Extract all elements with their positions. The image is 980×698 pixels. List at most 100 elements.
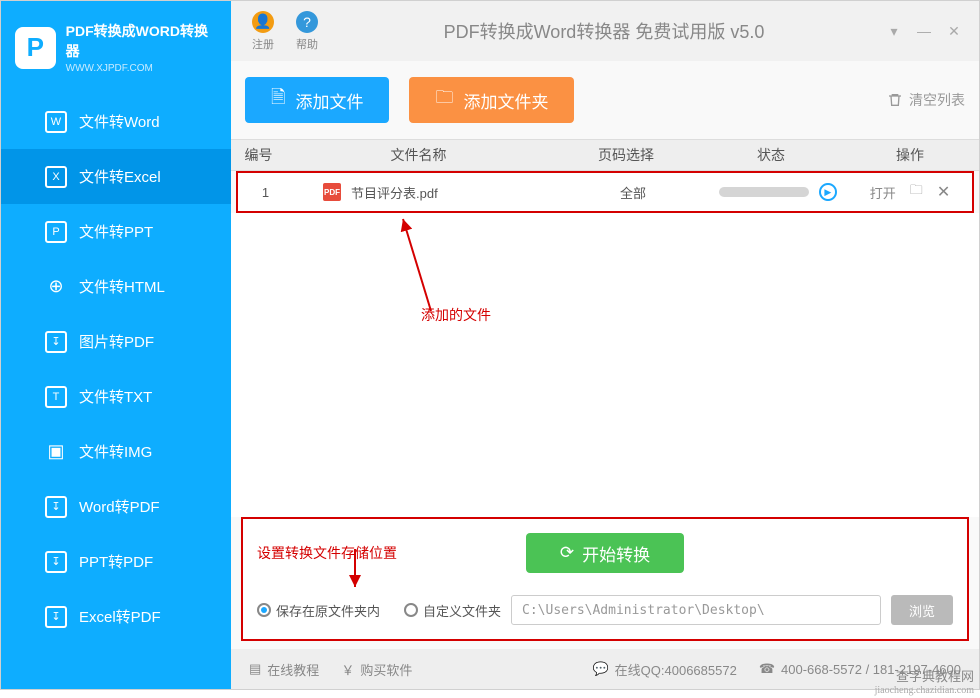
row-filename: 节目评分表.pdf [351,183,438,202]
col-ops: 操作 [841,145,979,165]
output-panel: 设置转换文件存储位置 ⟳ 开始转换 保存在原文件夹内 自定义文件夹 [241,517,969,641]
sidebar-item-ppt[interactable]: P文件转PPT [1,204,231,259]
dropdown-icon[interactable]: ▾ [879,19,909,43]
annotation-added-file: 添加的文件 [421,305,491,325]
sidebar-item-html[interactable]: ⊕ 文件转HTML [1,259,231,314]
add-folder-label: 添加文件夹 [463,88,548,113]
col-pages: 页码选择 [551,145,701,165]
sidebar-label: 文件转Excel [79,166,161,187]
row-pages[interactable]: 全部 [558,183,708,202]
file-list-area: 添加的文件 [231,213,979,517]
pdf-icon: ↧ [45,496,67,518]
table-row[interactable]: 1 PDF 节目评分表.pdf 全部 ▶ 打开 🗀 ✕ [238,173,972,211]
globe-icon: ⊕ [45,276,67,298]
sidebar-item-ppt2pdf[interactable]: ↧ PPT转PDF [1,534,231,589]
txt-icon: T [45,386,67,408]
statusbar: ▤在线教程 ￥购买软件 💬在线QQ:4006685572 ☎400-668-55… [231,649,979,689]
row-status: ▶ [708,183,848,201]
folder-plus-icon: 🗀 [435,85,453,115]
pdf-file-icon: PDF [323,183,341,201]
refresh-icon: ⟳ [560,543,574,563]
col-status: 状态 [701,145,841,165]
sidebar: P PDF转换成WORD转换器 WWW.XJPDF.COM W 文件转Word X… [1,1,231,689]
annotation-arrow [343,547,373,593]
sidebar-item-img[interactable]: ▣ 文件转IMG [1,424,231,479]
progress-bar [719,187,809,197]
image-icon: ▣ [45,441,67,463]
close-button[interactable]: ✕ [939,19,969,43]
buy-link[interactable]: ￥购买软件 [341,660,412,679]
clear-list-label: 清空列表 [909,90,965,110]
doc-x-icon: X [45,166,67,188]
app-title: PDF转换成Word转换器 免费试用版 v5.0 [329,18,879,44]
browse-button[interactable]: 浏览 [891,595,953,625]
play-icon[interactable]: ▶ [819,183,837,201]
pdf-icon: ↧ [45,606,67,628]
save-options-row: 保存在原文件夹内 自定义文件夹 浏览 [257,595,953,625]
table-header: 编号 文件名称 页码选择 状态 操作 [231,139,979,171]
logo-icon: P [15,27,56,69]
help-label: 帮助 [296,36,318,52]
sidebar-label: PPT转PDF [79,551,153,572]
register-button[interactable]: 👤 注册 [241,11,285,52]
file-plus-icon: 🗎 [271,85,285,115]
qq-contact[interactable]: 💬在线QQ:4006685572 [592,660,736,679]
radio-custom-folder[interactable]: 自定义文件夹 [404,601,501,620]
add-file-label: 添加文件 [295,88,363,113]
add-file-button[interactable]: 🗎 添加文件 [245,77,389,123]
user-icon: 👤 [252,11,274,33]
brand-name: PDF转换成WORD转换器 [66,21,217,61]
annotation-arrow [391,213,491,313]
book-icon: ▤ [249,661,261,677]
sidebar-label: 文件转Word [79,111,160,132]
output-path-input[interactable] [511,595,881,625]
open-folder-icon[interactable]: 🗀 [910,181,923,203]
add-folder-button[interactable]: 🗀 添加文件夹 [409,77,574,123]
sidebar-label: 文件转PPT [79,221,153,242]
sidebar-label: 文件转HTML [79,276,165,297]
remove-row-icon[interactable]: ✕ [937,182,950,202]
sidebar-label: 图片转PDF [79,331,154,352]
sidebar-item-txt[interactable]: T文件转TXT [1,369,231,424]
row-name-cell: PDF 节目评分表.pdf [293,183,558,202]
row-no: 1 [238,185,293,200]
chat-icon: 💬 [592,661,608,677]
yen-icon: ￥ [341,660,354,679]
radio-original-folder[interactable]: 保存在原文件夹内 [257,601,380,620]
col-no: 编号 [231,145,286,165]
open-result-button[interactable]: 打开 [870,183,896,202]
sidebar-item-img2pdf[interactable]: ↧ 图片转PDF [1,314,231,369]
help-button[interactable]: ? 帮助 [285,11,329,52]
phone-icon: ☎ [759,661,775,677]
minimize-button[interactable]: — [909,19,939,43]
sidebar-label: Excel转PDF [79,606,161,627]
radio-icon [257,603,271,617]
tutorial-link[interactable]: ▤在线教程 [249,660,319,679]
col-name: 文件名称 [286,145,551,165]
sidebar-item-excel2pdf[interactable]: ↧ Excel转PDF [1,589,231,644]
pdf-icon: ↧ [45,551,67,573]
trash-icon [887,92,903,108]
radio-label: 自定义文件夹 [423,601,501,620]
main-panel: 👤 注册 ? 帮助 PDF转换成Word转换器 免费试用版 v5.0 ▾ — ✕… [231,1,979,689]
clear-list-button[interactable]: 清空列表 [887,90,965,110]
titlebar: 👤 注册 ? 帮助 PDF转换成Word转换器 免费试用版 v5.0 ▾ — ✕ [231,1,979,61]
logo-area: P PDF转换成WORD转换器 WWW.XJPDF.COM [1,1,231,94]
start-convert-label: 开始转换 [582,541,650,566]
annotation-highlight: 1 PDF 节目评分表.pdf 全部 ▶ 打开 🗀 ✕ [236,171,974,213]
annotation-save-location: 设置转换文件存储位置 [257,543,397,563]
sidebar-item-word[interactable]: W 文件转Word [1,94,231,149]
action-bar: 🗎 添加文件 🗀 添加文件夹 清空列表 [231,61,979,139]
sidebar-label: Word转PDF [79,496,160,517]
doc-w-icon: W [45,111,67,133]
sidebar-label: 文件转IMG [79,441,152,462]
register-label: 注册 [252,36,274,52]
row-ops: 打开 🗀 ✕ [848,181,972,203]
phone-contact[interactable]: ☎400-668-5572 / 181-2197-4600 [759,661,961,677]
question-icon: ? [296,11,318,33]
pdf-icon: ↧ [45,331,67,353]
start-convert-button[interactable]: ⟳ 开始转换 [526,533,684,573]
sidebar-item-excel[interactable]: X 文件转Excel [1,149,231,204]
sidebar-item-word2pdf[interactable]: ↧ Word转PDF [1,479,231,534]
radio-icon [404,603,418,617]
